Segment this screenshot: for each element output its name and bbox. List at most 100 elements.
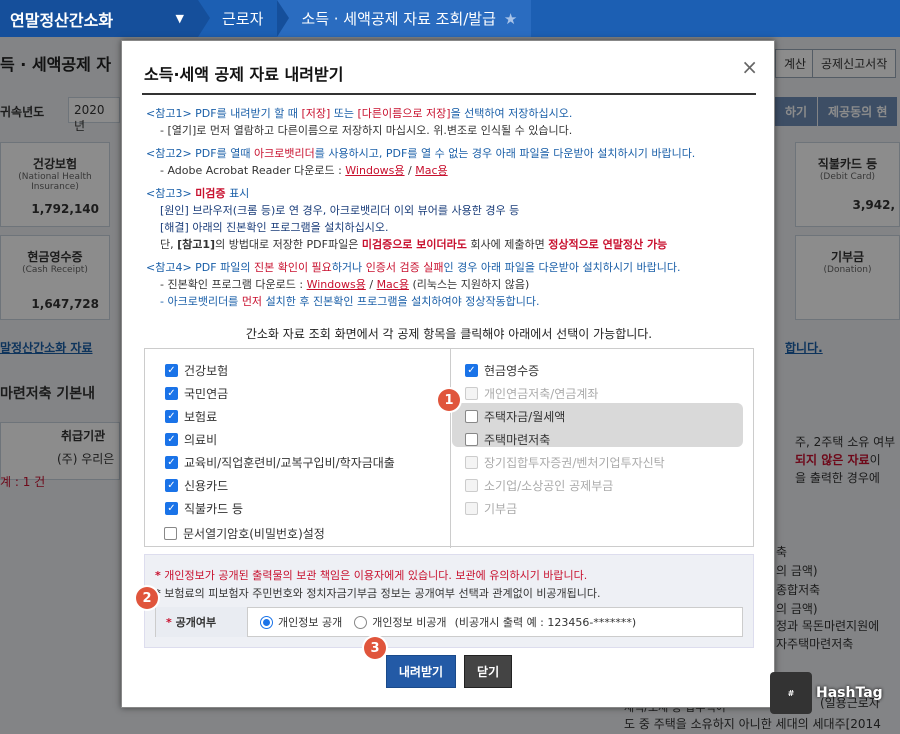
ref1-line1: <참고1> PDF를 내려받기 할 때 [저장] 또는 [다른이름으로 저장]을…	[146, 107, 573, 120]
watermark-text: HashTag	[816, 685, 883, 701]
top-nav: 연말정산간소화 ▼ 근로자 소득 · 세액공제 자료 조회/발급 ★	[0, 0, 900, 37]
verify-mac-link[interactable]: Mac용	[377, 278, 409, 291]
checkbox-label: 보험료	[184, 410, 218, 424]
hashtag-logo-icon: #	[770, 672, 812, 714]
close-icon[interactable]: ×	[741, 55, 758, 79]
checkbox-label: 개인연금저축/연금계좌	[484, 387, 599, 401]
checkbox[interactable]: ✓	[465, 364, 478, 377]
checkbox-label: 교육비/직업훈련비/교복구입비/학자금대출	[184, 456, 395, 470]
right-column: ✓ 현금영수증개인연금저축/연금계좌주택자금/월세액주택마련저축장기집합투자증권/…	[465, 359, 665, 520]
privacy-note-2: * 보험료의 피보험자 주민번호와 정치자금기부금 정보는 공개여부 선택과 관…	[155, 587, 601, 600]
brand-menu[interactable]: 연말정산간소화 ▼	[0, 0, 198, 37]
title-divider	[142, 93, 756, 95]
step-badge-2: 2	[136, 587, 158, 609]
left-item[interactable]: ✓ 직불카드 등	[165, 497, 395, 520]
dialog-buttons: 내려받기 닫기	[122, 655, 776, 688]
ref2-line2: - Adobe Acrobat Reader 다운로드 : Windows용 /…	[160, 164, 448, 177]
watermark: # HashTag	[770, 672, 883, 714]
breadcrumb-current[interactable]: 소득 · 세액공제 자료 조회/발급 ★	[277, 0, 532, 37]
public-row: * 공개여부 개인정보 공개 개인정보 비공개 (비공개시 출력 예 : 1234…	[155, 607, 743, 637]
checkbox-label: 주택자금/월세액	[484, 410, 566, 424]
radio-private-dot[interactable]	[354, 615, 368, 629]
checkbox-label: 현금영수증	[484, 364, 540, 378]
right-item: 개인연금저축/연금계좌	[465, 382, 665, 405]
ref2-line1: <참고2> PDF를 열때 아크로뱃리더를 사용하시고, PDF를 열 수 없는…	[146, 147, 696, 160]
left-item[interactable]: ✓ 신용카드	[165, 474, 395, 497]
step-badge-3: 3	[364, 637, 386, 659]
right-item: 기부금	[465, 497, 665, 520]
ref3-line3: 단, [참고1]의 방법대로 저장한 PDF파일은 미검증으로 보이더라도 회사…	[160, 238, 668, 251]
checkbox[interactable]: ✓	[165, 502, 178, 515]
checkbox[interactable]: ✓	[165, 410, 178, 423]
ref3-cause: [원인] 브라우저(크롬 등)로 연 경우, 아크로뱃리더 이외 뷰어를 사용한…	[160, 204, 520, 217]
checkbox	[465, 456, 478, 469]
download-dialog: 소득·세액 공제 자료 내려받기 × <참고1> PDF를 내려받기 할 때 […	[121, 40, 775, 708]
checkbox[interactable]	[465, 410, 478, 423]
checkbox[interactable]: ✓	[165, 479, 178, 492]
checkbox-label: 의료비	[184, 433, 218, 447]
checkbox-label: 장기집합투자증권/벤처기업투자신탁	[484, 456, 665, 470]
right-item: 소기업/소상공인 공제부금	[465, 474, 665, 497]
right-item[interactable]: 주택마련저축	[465, 428, 665, 451]
ref3-fix: [해결] 아래의 진본확인 프로그램을 설치하십시오.	[160, 221, 389, 234]
checkbox-label: 건강보험	[184, 364, 229, 378]
left-item[interactable]: ✓ 의료비	[165, 428, 395, 451]
radio-public[interactable]: 개인정보 공개	[260, 614, 342, 630]
ref1-line2: - [열기]로 먼저 열람하고 다른이름으로 저장하지 마십시오. 위.변조로 …	[160, 124, 573, 137]
checkbox[interactable]: ✓	[165, 364, 178, 377]
right-item: 장기집합투자증권/벤처기업투자신탁	[465, 451, 665, 474]
ref4-line2: - 진본확인 프로그램 다운로드 : Windows용 / Mac용 (리눅스는…	[160, 278, 530, 291]
privacy-note-1: * 개인정보가 공개된 출력물의 보관 책임은 이용자에게 있습니다. 보관에 …	[155, 569, 588, 582]
right-item[interactable]: ✓ 현금영수증	[465, 359, 665, 382]
privacy-box: * 개인정보가 공개된 출력물의 보관 책임은 이용자에게 있습니다. 보관에 …	[144, 554, 754, 648]
left-item[interactable]: ✓ 교육비/직업훈련비/교복구입비/학자금대출	[165, 451, 395, 474]
dialog-title: 소득·세액 공제 자료 내려받기	[144, 65, 344, 84]
ref4-line3: - 아크로뱃리더를 먼저 설치한 후 진본확인 프로그램을 설치하여야 정상작동…	[160, 295, 540, 308]
right-item[interactable]: 주택자금/월세액	[465, 405, 665, 428]
radio-public-dot[interactable]	[260, 615, 273, 629]
password-label: 문서열기암호(비밀번호)설정	[183, 527, 325, 541]
checkbox[interactable]: ✓	[165, 387, 178, 400]
checkbox-label: 소기업/소상공인 공제부금	[484, 479, 614, 493]
checkbox-label: 기부금	[484, 502, 518, 516]
left-item[interactable]: ✓ 보험료	[165, 405, 395, 428]
checklist-divider	[450, 349, 451, 548]
checkbox	[465, 479, 478, 492]
download-button[interactable]: 내려받기	[385, 655, 457, 688]
checkbox-label: 직불카드 등	[184, 502, 244, 516]
breadcrumb-current-label: 소득 · 세액공제 자료 조회/발급	[301, 10, 496, 28]
selection-guide: 간소화 자료 조회 화면에서 각 공제 항목을 클릭해야 아래에서 선택이 가능…	[245, 327, 653, 341]
checkbox	[465, 502, 478, 515]
checkbox[interactable]: ✓	[165, 456, 178, 469]
left-item[interactable]: ✓ 국민연금	[165, 382, 395, 405]
item-checklist: ✓ 건강보험 ✓ 국민연금 ✓ 보험료 ✓ 의료비 ✓ 교육비/직업훈련비/교복구입비/학자금대출…	[144, 348, 754, 548]
radio-private-label: 개인정보 비공개	[372, 616, 447, 629]
checkbox[interactable]	[465, 433, 478, 446]
radio-private[interactable]: 개인정보 비공개 (비공개시 출력 예 : 123456-*******)	[354, 614, 636, 630]
close-button[interactable]: 닫기	[464, 655, 513, 688]
checkbox-label: 신용카드	[184, 479, 229, 493]
public-label: * 공개여부	[156, 607, 248, 637]
radio-public-label: 개인정보 공개	[278, 616, 343, 629]
acrobat-windows-link[interactable]: Windows용	[345, 164, 404, 177]
checkbox-label: 국민연금	[184, 387, 229, 401]
star-icon[interactable]: ★	[504, 10, 517, 28]
brand-label: 연말정산간소화	[10, 10, 114, 30]
step-badge-1: 1	[438, 389, 460, 411]
checkbox-label: 주택마련저축	[484, 433, 551, 447]
verify-windows-link[interactable]: Windows용	[307, 278, 366, 291]
breadcrumb-worker-label: 근로자	[222, 10, 264, 28]
ref4-line1: <참고4> PDF 파일의 진본 확인이 필요하거나 인증서 검증 실패인 경우…	[146, 261, 681, 274]
breadcrumb-worker[interactable]: 근로자	[198, 0, 277, 37]
left-item[interactable]: ✓ 건강보험	[165, 359, 395, 382]
ref3-line1: <참고3> 미검증 표시	[146, 187, 250, 200]
password-option[interactable]: 문서열기암호(비밀번호)설정	[164, 525, 325, 542]
acrobat-mac-link[interactable]: Mac용	[415, 164, 447, 177]
private-example: (비공개시 출력 예 : 123456-*******)	[454, 616, 637, 629]
checkbox	[465, 387, 478, 400]
left-column: ✓ 건강보험 ✓ 국민연금 ✓ 보험료 ✓ 의료비 ✓ 교육비/직업훈련비/교복구입비/학자금대출…	[165, 359, 395, 520]
caret-down-icon[interactable]: ▼	[176, 12, 184, 25]
reference-notes: <참고1> PDF를 내려받기 할 때 [저장] 또는 [다른이름으로 저장]을…	[146, 105, 766, 310]
checkbox[interactable]: ✓	[165, 433, 178, 446]
password-checkbox[interactable]	[164, 527, 177, 540]
